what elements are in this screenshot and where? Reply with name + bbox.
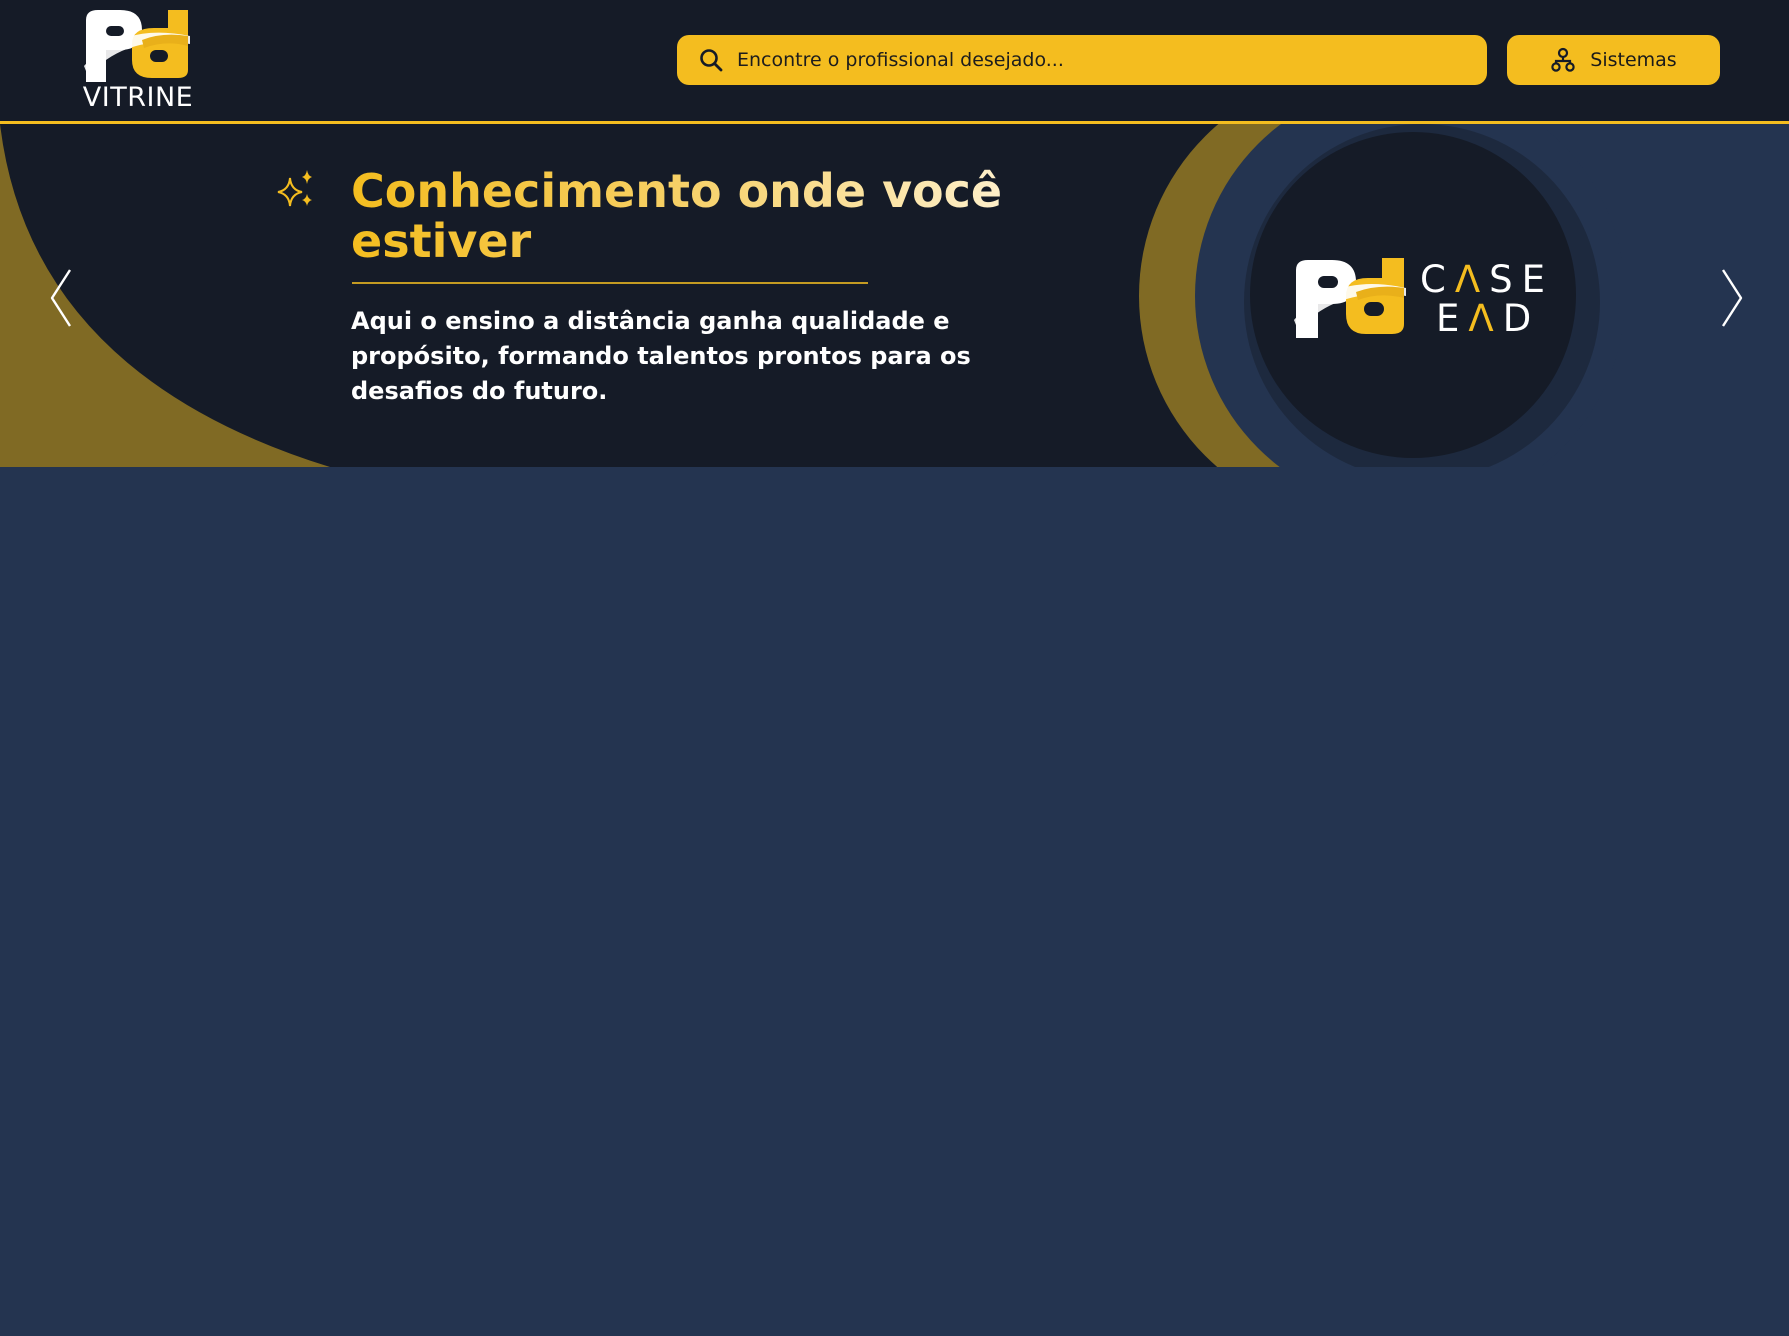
hero-subtitle: Aqui o ensino a distância ganha qualidad…	[351, 307, 971, 405]
hero-divider	[352, 282, 868, 284]
sitemap-icon	[1551, 47, 1575, 72]
brand-case-text: CΛSE	[1420, 258, 1555, 301]
systems-button[interactable]: Sistemas	[1507, 35, 1720, 85]
vitrine-logo[interactable]: VITRINE	[78, 6, 198, 113]
sparkles-icon	[277, 170, 312, 207]
top-header: VITRINE Sistemas	[0, 0, 1789, 124]
systems-button-label: Sistemas	[1590, 49, 1677, 71]
main-content-area	[0, 467, 1789, 1336]
brand-ead-text: EΛD	[1436, 297, 1541, 340]
logo-text: VITRINE	[82, 82, 194, 113]
search-icon	[700, 49, 723, 72]
search-input[interactable]	[737, 49, 1457, 71]
pd-brand-mark-icon	[1294, 258, 1406, 338]
search-bar[interactable]	[677, 35, 1487, 85]
chevron-left-icon[interactable]	[46, 266, 76, 330]
hero-carousel: Conhecimento onde você estiver Aqui o en…	[0, 124, 1789, 467]
chevron-right-icon[interactable]	[1717, 266, 1747, 330]
pd-logo-mark-icon	[84, 10, 190, 82]
hero-title: Conhecimento onde você estiver	[351, 166, 1051, 266]
